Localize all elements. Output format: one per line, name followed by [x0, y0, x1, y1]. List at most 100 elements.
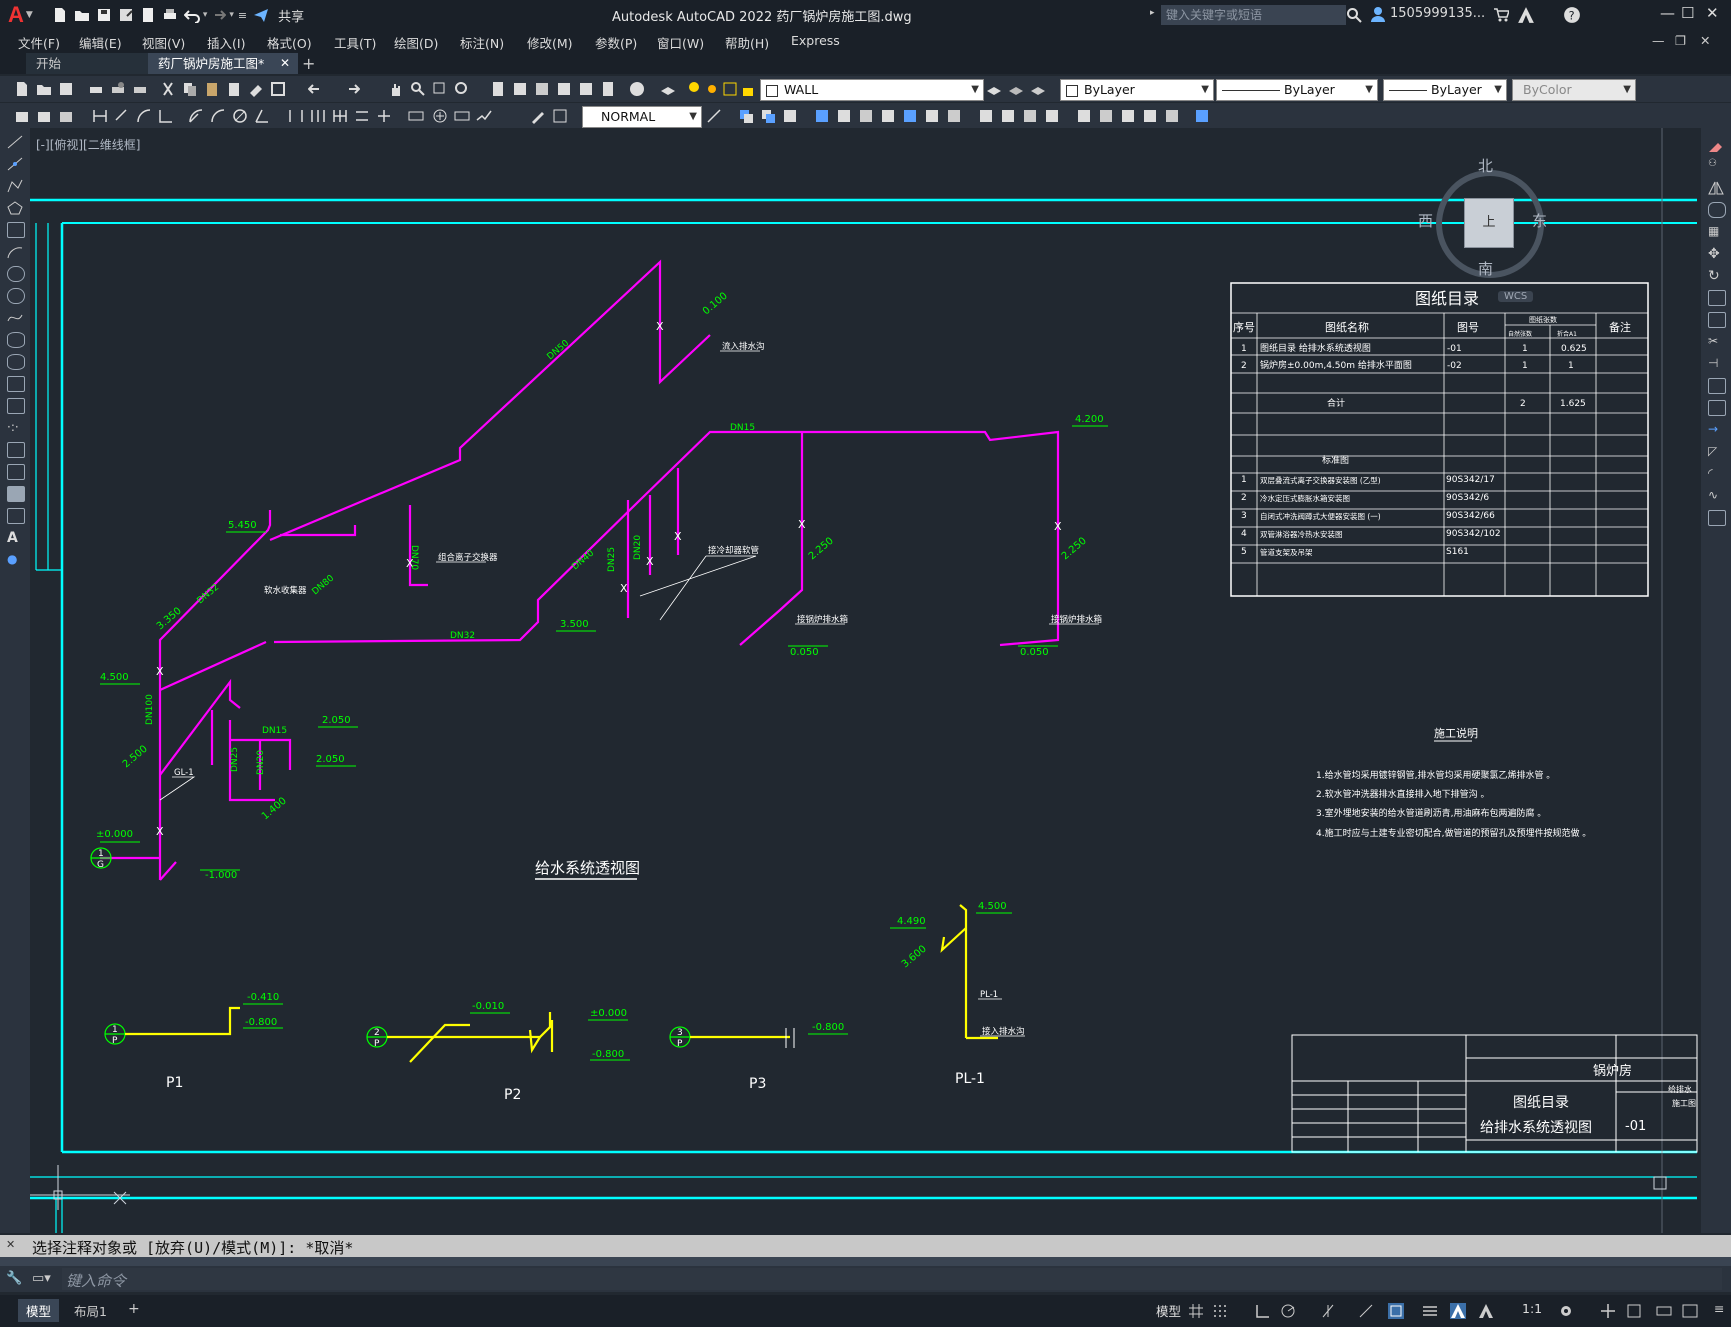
tb-paste-icon[interactable] [204, 81, 220, 97]
open-web-icon[interactable] [140, 7, 156, 23]
menu-format[interactable]: 格式(O) [267, 33, 312, 52]
menu-view[interactable]: 视图(V) [142, 33, 185, 52]
jogged-linear-icon[interactable] [476, 108, 492, 124]
app-menu-dropdown-icon[interactable]: ▼ [26, 10, 33, 20]
dim-radius-icon[interactable] [188, 108, 204, 124]
explode-icon[interactable] [1708, 510, 1726, 526]
modify-explode-icon[interactable] [1142, 108, 1158, 124]
draw-revcloud-icon[interactable] [7, 288, 25, 304]
save-as-icon[interactable] [118, 7, 134, 23]
customize-qat-icon[interactable]: ≡ [238, 9, 247, 22]
tb-line-icon[interactable] [14, 108, 30, 124]
viewcube[interactable]: 上 北 南 东 西 WCS [1414, 148, 1554, 302]
customize-status-icon[interactable]: ≡ [1706, 1299, 1731, 1318]
modify-chamfer-icon[interactable] [1098, 108, 1114, 124]
modify-mirror-icon[interactable] [836, 108, 852, 124]
tb-block-editor-icon[interactable] [270, 81, 286, 97]
draw-mtext-icon[interactable]: A [7, 530, 23, 546]
menu-express[interactable]: Express [791, 33, 840, 48]
layer-viewport-icon[interactable] [722, 81, 738, 97]
tolerance-icon[interactable] [408, 108, 424, 124]
tb-preview-icon[interactable] [110, 81, 126, 97]
auto-scale-icon[interactable] [1478, 1303, 1494, 1319]
wcs-menu[interactable]: WCS [1498, 291, 1534, 302]
minimize-button[interactable]: — [1660, 4, 1675, 22]
tab-drawing[interactable]: 药厂锅炉房施工图* ✕ [148, 53, 298, 74]
draw-rectangle-icon[interactable] [7, 222, 25, 238]
workspace-gear-icon[interactable] [1558, 1303, 1574, 1319]
tb-plot-icon[interactable] [88, 81, 104, 97]
lineweight-dropdown[interactable]: ByLayer ▼ [1383, 79, 1507, 101]
draw-spline-icon[interactable] [7, 310, 23, 324]
scale-icon[interactable] [1708, 290, 1726, 306]
tab-start[interactable]: 开始 [26, 53, 154, 74]
insert-block-icon[interactable] [7, 376, 25, 392]
tb-open-icon[interactable] [36, 81, 52, 97]
modify-scale-icon[interactable] [946, 108, 962, 124]
modify-move-back-icon[interactable] [760, 108, 776, 124]
array-icon[interactable]: ▦ [1708, 224, 1724, 238]
lineweight-toggle-icon[interactable] [1422, 1303, 1438, 1319]
draw-arc-icon[interactable] [7, 244, 23, 259]
draw-point-icon[interactable]: ·:· [7, 420, 23, 434]
draw-polygon-icon[interactable] [7, 200, 23, 215]
menu-edit[interactable]: 编辑(E) [79, 33, 122, 52]
tb-sheet-set-icon[interactable] [556, 81, 572, 97]
layer-previous-icon[interactable] [1008, 81, 1024, 97]
dimstyle-dropdown[interactable]: NORMAL ▼ [582, 106, 702, 128]
user-account[interactable]: 1505999135... [1390, 6, 1485, 21]
break-at-point-icon[interactable] [1708, 378, 1726, 394]
layer-properties-icon[interactable] [660, 81, 676, 97]
tb-save-icon[interactable] [58, 81, 74, 97]
dim-linear-icon[interactable] [92, 108, 108, 124]
modify-array-icon[interactable] [880, 108, 896, 124]
viewcube-east[interactable]: 东 [1532, 210, 1547, 231]
menu-parametric[interactable]: 参数(P) [595, 33, 637, 52]
tb-match-icon[interactable] [248, 81, 264, 97]
tb-properties-icon[interactable] [490, 81, 506, 97]
help-icon[interactable]: ? [1563, 6, 1581, 24]
draw-hatch-icon[interactable] [7, 442, 25, 458]
viewcube-west[interactable]: 西 [1418, 210, 1433, 231]
tb-cut-icon[interactable] [160, 81, 176, 97]
tb-redo-icon[interactable] [344, 81, 360, 97]
color-dropdown[interactable]: ByLayer ▼ [1060, 79, 1214, 101]
doc-minimize-button[interactable]: — [1652, 33, 1665, 48]
doc-close-button[interactable]: ✕ [1700, 33, 1710, 48]
modify-trim-icon[interactable] [1000, 108, 1016, 124]
plotstyle-dropdown[interactable]: ByColor ▼ [1512, 79, 1636, 101]
search-icon[interactable] [1346, 7, 1362, 23]
annotation-visibility-icon[interactable] [1450, 1303, 1466, 1319]
hardware-acceleration-icon[interactable] [1656, 1303, 1672, 1319]
break-icon[interactable] [1708, 400, 1726, 416]
menu-tools[interactable]: 工具(T) [334, 33, 376, 52]
make-block-icon[interactable] [7, 398, 25, 414]
modify-erase-icon[interactable] [1164, 108, 1180, 124]
layer-dropdown[interactable]: WALL ▼ [760, 79, 984, 101]
stretch-icon[interactable] [1708, 312, 1726, 328]
new-tab-button[interactable]: + [302, 54, 315, 73]
tb-publish-icon[interactable] [132, 81, 148, 97]
dimstyle-manager-icon[interactable] [706, 108, 722, 124]
dim-diameter-icon[interactable] [232, 108, 248, 124]
plot-icon[interactable] [162, 7, 178, 23]
tb-dim-style-icon[interactable] [36, 108, 52, 124]
tab-model[interactable]: 模型 [18, 1299, 60, 1322]
menu-dimension[interactable]: 标注(N) [460, 33, 504, 52]
modify-copy-icon[interactable] [814, 108, 830, 124]
tb-help-icon[interactable] [629, 81, 645, 97]
isodraft-icon[interactable] [1320, 1303, 1336, 1319]
modify-draworder-icon[interactable] [782, 108, 798, 124]
add-layout-button[interactable]: + [120, 1299, 148, 1319]
tb-tool-palettes-icon[interactable] [534, 81, 550, 97]
clean-screen-icon[interactable] [1682, 1303, 1698, 1319]
dim-jogged-icon[interactable] [210, 108, 226, 124]
extend-icon[interactable]: ⊣ [1708, 356, 1724, 370]
tb-zoom-realtime-icon[interactable] [410, 81, 426, 97]
dim-break-icon[interactable] [376, 108, 392, 124]
menu-modify[interactable]: 修改(M) [527, 33, 573, 52]
draw-ellipse-icon[interactable] [7, 332, 25, 348]
new-file-icon[interactable] [52, 7, 68, 23]
trim-icon[interactable]: ✂ [1708, 334, 1724, 348]
tb-design-center-icon[interactable] [512, 81, 528, 97]
